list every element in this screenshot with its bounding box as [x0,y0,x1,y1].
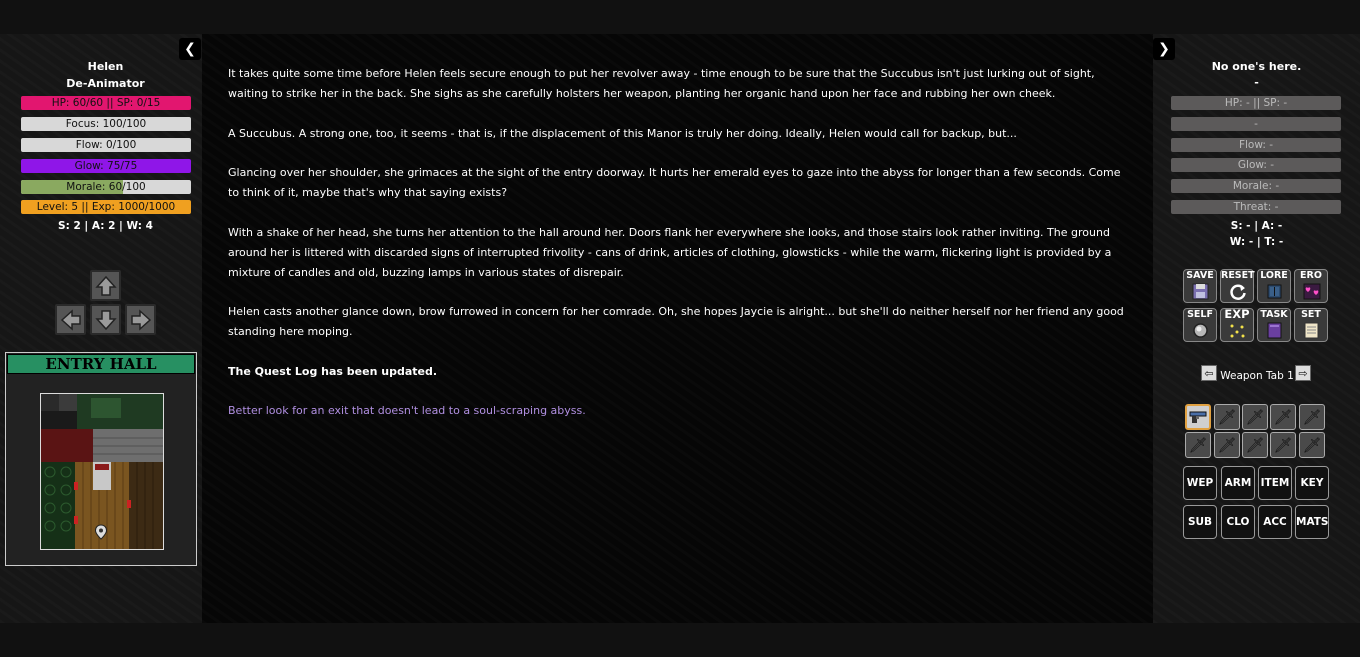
dagger-icon: 🗡 [1245,408,1265,426]
dagger-icon: 🗡 [1273,436,1293,454]
weapon-slot[interactable]: 🗡 [1299,404,1325,430]
accessories-category-button[interactable]: ACC [1258,505,1292,539]
settings-button[interactable]: SET [1294,308,1328,342]
weapon-slot[interactable]: 🗡 [1270,404,1296,430]
focus-bar: Focus: 100/100 [21,117,191,131]
dagger-icon: 🗡 [1188,436,1208,454]
level-exp-bar: Level: 5 || Exp: 1000/1000 [21,200,191,214]
dagger-icon: 🗡 [1302,408,1322,426]
arrow-left-icon [60,308,81,331]
sparkle-icon [1228,322,1247,339]
story-text: It takes quite some time before Helen fe… [228,64,1128,441]
story-paragraph: A Succubus. A strong one, too, it seems … [228,126,1017,140]
quest-update-notice: The Quest Log has been updated. [228,364,438,378]
journal-icon [1265,322,1284,339]
dagger-icon: 🗡 [1273,408,1293,426]
target-blank-bar: - [1171,117,1341,131]
weapon-slot[interactable]: 🗡 [1214,404,1240,430]
chevron-right-icon: ❯ [1158,41,1170,57]
ero-button[interactable]: ERO [1294,269,1328,303]
arrow-right-icon: ⇨ [1298,366,1308,380]
glow-bar: Glow: 75/75 [21,159,191,173]
target-stats-2: W: - | T: - [1229,236,1284,248]
target-morale-bar: Morale: - [1171,179,1341,193]
story-paragraph: Helen casts another glance down, brow fu… [228,305,1124,338]
move-up-button[interactable] [90,270,121,301]
weapon-slot-revolver[interactable] [1185,404,1211,430]
self-button[interactable]: SELF [1183,308,1217,342]
map-grid[interactable] [40,393,164,550]
story-paragraph: Glancing over her shoulder, she grimaces… [228,166,1121,199]
floppy-disk-icon [1191,283,1210,300]
chevron-left-icon: ❮ [184,41,196,57]
weapon-tab-label: Weapon Tab 1 [1220,370,1294,382]
player-location-icon [94,524,108,540]
arrow-left-icon: ⇦ [1204,366,1214,380]
save-button[interactable]: SAVE [1183,269,1217,303]
weapon-tab-next-button[interactable]: ⇨ [1295,365,1311,381]
keys-category-button[interactable]: KEY [1295,466,1329,500]
flow-bar: Flow: 0/100 [21,138,191,152]
book-icon [1265,283,1284,300]
target-stats-1: S: - | A: - [1230,220,1283,232]
lore-button[interactable]: LORE [1257,269,1291,303]
materials-category-button[interactable]: MATS [1295,505,1329,539]
dagger-icon: 🗡 [1217,436,1237,454]
objective-text: Better look for an exit that doesn't lea… [228,404,586,417]
weapon-slot[interactable]: 🗡 [1270,432,1296,458]
minimap: ENTRY HALL [5,352,197,566]
weapon-slot[interactable]: 🗡 [1214,432,1240,458]
move-left-button[interactable] [55,304,86,335]
revolver-icon [1189,411,1207,423]
dagger-icon: 🗡 [1217,408,1237,426]
target-name: No one's here. [1211,60,1302,73]
arrow-up-icon [94,275,117,296]
refresh-icon [1228,283,1247,300]
map-title: ENTRY HALL [7,354,195,374]
player-title: De-Animator [66,77,145,90]
hearts-icon [1302,283,1321,300]
weapons-category-button[interactable]: WEP [1183,466,1217,500]
items-category-button[interactable]: ITEM [1258,466,1292,500]
reset-button[interactable]: RESET [1220,269,1255,303]
player-stats: S: 2 | A: 2 | W: 4 [58,220,153,232]
dagger-icon: 🗡 [1302,436,1322,454]
target-flow-bar: Flow: - [1171,138,1341,152]
morale-bar: Morale: 60/100 [21,180,191,194]
exp-button[interactable]: EXP [1220,308,1254,342]
target-hp-sp-bar: HP: - || SP: - [1171,96,1341,110]
armor-category-button[interactable]: ARM [1221,466,1255,500]
bottom-bar [0,623,1360,657]
move-down-button[interactable] [90,304,121,335]
scroll-icon [1302,322,1321,339]
story-panel: It takes quite some time before Helen fe… [202,34,1153,623]
weapon-slot[interactable]: 🗡 [1299,432,1325,458]
collapse-left-button[interactable]: ❮ [179,38,201,60]
story-paragraph: It takes quite some time before Helen fe… [228,67,1095,100]
weapon-slot[interactable]: 🗡 [1185,432,1211,458]
top-bar [0,0,1360,34]
weapon-slot[interactable]: 🗡 [1242,404,1268,430]
story-paragraph: With a shake of her head, she turns her … [228,225,1112,279]
target-subtitle: - [1254,76,1259,89]
mirror-icon [1191,322,1210,339]
hp-sp-bar: HP: 60/60 || SP: 0/15 [21,96,191,110]
weapon-slot[interactable]: 🗡 [1242,432,1268,458]
arrow-down-icon [94,309,117,330]
move-right-button[interactable] [125,304,156,335]
weapon-tab-prev-button[interactable]: ⇦ [1201,365,1217,381]
player-name: Helen [87,60,124,73]
clothing-category-button[interactable]: CLO [1221,505,1255,539]
task-button[interactable]: TASK [1257,308,1291,342]
target-glow-bar: Glow: - [1171,158,1341,172]
target-threat-bar: Threat: - [1171,200,1341,214]
dagger-icon: 🗡 [1245,436,1265,454]
arrow-right-icon [130,308,151,331]
target-panel: ❯ No one's here. - HP: - || SP: - - Flow… [1153,34,1360,623]
collapse-right-button[interactable]: ❯ [1153,38,1175,60]
sub-category-button[interactable]: SUB [1183,505,1217,539]
